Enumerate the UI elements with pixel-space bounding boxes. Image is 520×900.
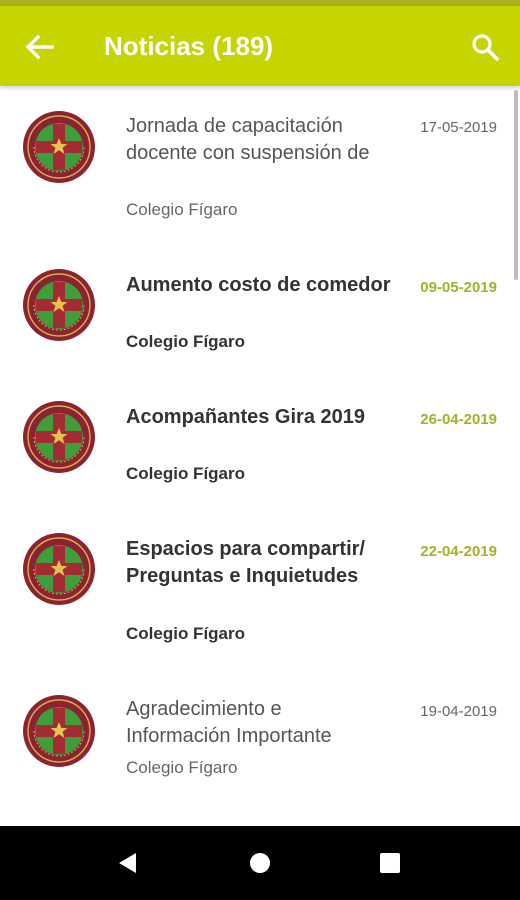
arrow-left-icon[interactable] (22, 30, 56, 64)
news-source: Colegio Fígaro (126, 464, 245, 483)
app-bar: Noticias (189) (0, 6, 520, 86)
news-date: 19-04-2019 (420, 703, 497, 720)
news-date: 26-04-2019 (420, 411, 497, 428)
scrollbar[interactable] (514, 90, 518, 280)
school-crest-icon (23, 111, 95, 183)
news-list: Jornada de capacitación docente con susp… (0, 86, 520, 826)
circle-home-icon[interactable] (245, 848, 275, 878)
school-crest-icon (23, 533, 95, 605)
school-crest-icon (23, 269, 95, 341)
square-recents-icon[interactable] (375, 848, 405, 878)
news-item[interactable]: Jornada de capacitación docente con susp… (0, 86, 512, 254)
news-title: Jornada de capacitación docente con susp… (126, 115, 370, 164)
news-item[interactable]: Espacios para compartir/ Preguntas e Inq… (0, 518, 512, 678)
search-icon[interactable] (470, 32, 500, 62)
news-title: Agradecimiento e Información Importante (126, 698, 332, 747)
news-title: Aumento costo de comedor (126, 274, 391, 296)
news-item[interactable]: Acompañantes Gira 2019 Colegio Fígaro 26… (0, 386, 512, 518)
news-source: Colegio Fígaro (126, 332, 245, 351)
news-source: Colegio Fígaro (126, 200, 238, 219)
school-crest-icon (23, 695, 95, 767)
news-date: 17-05-2019 (420, 119, 497, 136)
page-title: Noticias (189) (104, 31, 274, 61)
news-date: 09-05-2019 (420, 279, 497, 296)
school-crest-icon (23, 401, 95, 473)
news-item[interactable]: Agradecimiento e Información Importante … (0, 678, 512, 826)
news-source: Colegio Fígaro (126, 624, 245, 643)
system-nav-bar (0, 826, 520, 900)
news-title: Acompañantes Gira 2019 (126, 406, 365, 428)
triangle-back-icon[interactable] (112, 848, 142, 878)
news-title: Espacios para compartir/ Preguntas e Inq… (126, 538, 365, 587)
news-item[interactable]: Aumento costo de comedor Colegio Fígaro … (0, 254, 512, 386)
news-source: Colegio Fígaro (126, 758, 238, 777)
news-date: 22-04-2019 (420, 543, 497, 560)
